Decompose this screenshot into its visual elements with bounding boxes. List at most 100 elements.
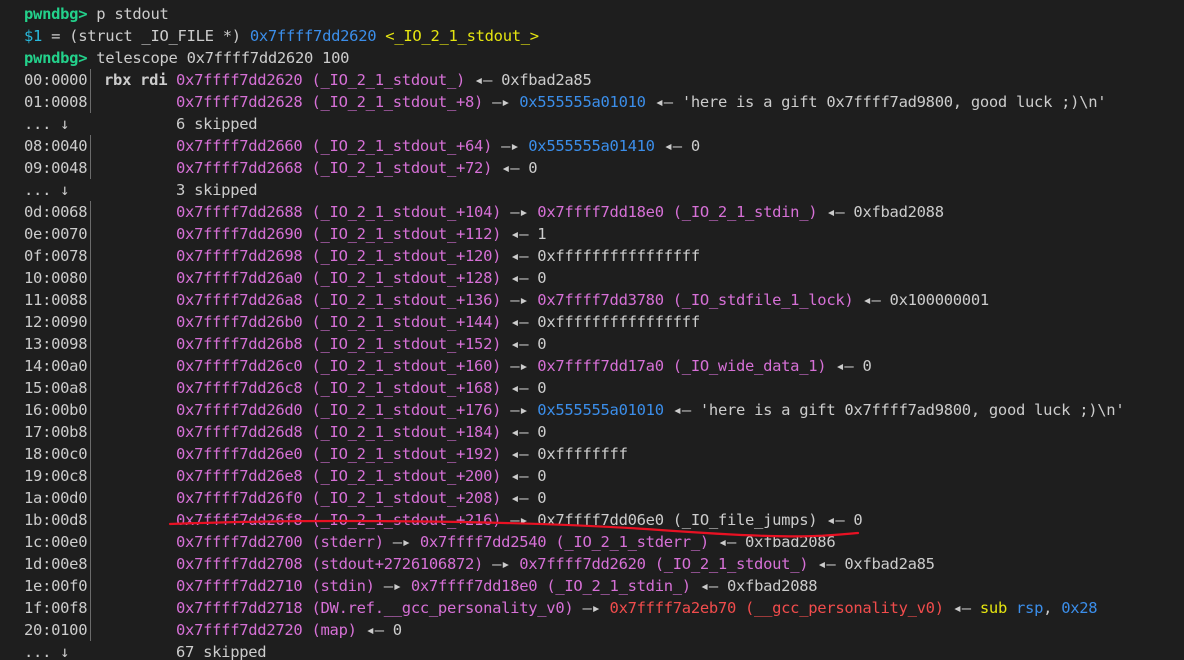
- row-index: ... ↓: [24, 181, 70, 199]
- row-content: 0x7ffff7dd26a8 (_IO_2_1_stdout_+136) —▸ …: [176, 289, 989, 311]
- row-segment: 0x555555a01010: [519, 93, 646, 111]
- column-separator: [90, 157, 91, 179]
- row-index: 16:00b0: [24, 401, 88, 419]
- row-content: 0x7ffff7dd26c8 (_IO_2_1_stdout_+168) ◂— …: [176, 377, 547, 399]
- column-separator: [90, 443, 91, 465]
- telescope-row: 10:0080 0x7ffff7dd26a0 (_IO_2_1_stdout_+1…: [0, 267, 1184, 289]
- row-segment: ◂— 0xfbad2a85: [465, 71, 592, 89]
- telescope-row: 20:0100 0x7ffff7dd2720 (map) ◂— 0: [0, 619, 1184, 641]
- telescope-row: 13:0098 0x7ffff7dd26b8 (_IO_2_1_stdout_+1…: [0, 333, 1184, 355]
- telescope-row: 11:0088 0x7ffff7dd26a8 (_IO_2_1_stdout_+1…: [0, 289, 1184, 311]
- telescope-row: 17:00b8 0x7ffff7dd26d8 (_IO_2_1_stdout_+1…: [0, 421, 1184, 443]
- row-content: 0x7ffff7dd26f8 (_IO_2_1_stdout_+216) —▸ …: [176, 509, 863, 531]
- row-content: 0x7ffff7dd2698 (_IO_2_1_stdout_+120) ◂— …: [176, 245, 700, 267]
- row-segment: —▸: [501, 291, 538, 309]
- row-segment: 0x7ffff7dd2698 (_IO_2_1_stdout_+120): [176, 247, 502, 265]
- row-segment: ◂— 0xffffffffffffffff: [501, 313, 700, 331]
- telescope-row: 1d:00e8 0x7ffff7dd2708 (stdout+2726106872…: [0, 553, 1184, 575]
- result-address: 0x7ffff7dd2620: [249, 27, 377, 45]
- row-content: 0x7ffff7dd2688 (_IO_2_1_stdout_+104) —▸ …: [176, 201, 944, 223]
- row-segment: ◂— 0xfbad2088: [690, 577, 818, 595]
- prompt: pwndbg>: [24, 5, 88, 23]
- row-segment: ◂— 0: [356, 621, 402, 639]
- row-index: 0e:0070: [24, 225, 88, 243]
- column-separator: [90, 135, 91, 157]
- skipped-row: ... ↓ 6 skipped: [0, 113, 1184, 135]
- prompt: pwndbg>: [24, 49, 88, 67]
- row-index: 12:0090: [24, 313, 88, 331]
- result-variable: $1: [24, 27, 43, 45]
- terminal[interactable]: pwndbg> p stdout $1 = (struct _IO_FILE *…: [0, 0, 1184, 660]
- row-segment: 0x7ffff7dd2620 (_IO_2_1_stdout_): [176, 71, 466, 89]
- row-content: 0x7ffff7dd26d0 (_IO_2_1_stdout_+176) —▸ …: [176, 399, 1125, 421]
- row-segment: rsp: [1016, 599, 1044, 617]
- command-text: p stdout: [87, 5, 169, 23]
- telescope-row: 09:0048 0x7ffff7dd2668 (_IO_2_1_stdout_+7…: [0, 157, 1184, 179]
- row-content: 0x7ffff7dd26e8 (_IO_2_1_stdout_+200) ◂— …: [176, 465, 547, 487]
- row-segment: 0x7ffff7dd26c0 (_IO_2_1_stdout_+160): [176, 357, 502, 375]
- row-segment: ◂— 0: [501, 379, 547, 397]
- row-segment: 0x7ffff7dd2620 (_IO_2_1_stdout_): [519, 555, 809, 573]
- row-segment: ◂— 0: [492, 159, 538, 177]
- output-line: $1 = (struct _IO_FILE *) 0x7ffff7dd2620 …: [0, 25, 1184, 47]
- telescope-row: 00:0000 rbx rdi 0x7ffff7dd2620 (_IO_2_1_st…: [0, 69, 1184, 91]
- row-segment: 0x7ffff7dd26e0 (_IO_2_1_stdout_+192): [176, 445, 502, 463]
- row-segment: 0x7ffff7dd2708 (stdout+2726106872): [176, 555, 484, 573]
- row-segment: 0x7ffff7dd2688 (_IO_2_1_stdout_+104): [176, 203, 502, 221]
- telescope-row: 15:00a8 0x7ffff7dd26c8 (_IO_2_1_stdout_+1…: [0, 377, 1184, 399]
- row-segment: 0x7ffff7dd2540 (_IO_2_1_stderr_): [419, 533, 709, 551]
- column-separator: [90, 91, 91, 113]
- row-index: 0f:0078: [24, 247, 88, 265]
- row-content: 0x7ffff7dd2708 (stdout+2726106872) —▸ 0x…: [176, 553, 935, 575]
- register-label: rbx rdi: [104, 71, 168, 89]
- telescope-output: 00:0000 rbx rdi 0x7ffff7dd2620 (_IO_2_1_st…: [0, 69, 1184, 660]
- row-segment: ◂— 0xfbad2086: [708, 533, 836, 551]
- column-separator: [90, 597, 91, 619]
- column-separator: [90, 619, 91, 641]
- row-index: 17:00b8: [24, 423, 88, 441]
- row-content: 0x7ffff7dd2710 (stdin) —▸ 0x7ffff7dd18e0…: [176, 575, 818, 597]
- row-segment: —▸: [483, 93, 520, 111]
- row-segment: ◂— 0: [654, 137, 700, 155]
- row-content: 0x7ffff7dd2720 (map) ◂— 0: [176, 619, 402, 641]
- column-separator: [90, 355, 91, 377]
- row-content: 0x7ffff7dd2620 (_IO_2_1_stdout_) ◂— 0xfb…: [176, 69, 592, 91]
- row-segment: ◂— 0: [501, 467, 547, 485]
- row-content: 0x7ffff7dd26b0 (_IO_2_1_stdout_+144) ◂— …: [176, 311, 700, 333]
- row-segment: 0x7ffff7dd26b0 (_IO_2_1_stdout_+144): [176, 313, 502, 331]
- row-segment: ◂— 0xfbad2088: [817, 203, 944, 221]
- row-content: 3 skipped: [176, 179, 258, 201]
- row-segment: 0x7ffff7dd26f0 (_IO_2_1_stdout_+208): [176, 489, 502, 507]
- row-segment: 0x7ffff7dd2700 (stderr): [176, 533, 384, 551]
- column-separator: [90, 421, 91, 443]
- row-index: 13:0098: [24, 335, 88, 353]
- row-index: 08:0040: [24, 137, 88, 155]
- row-segment: ◂— 'here is a gift 0x7ffff7ad9800, good …: [663, 401, 1125, 419]
- column-separator: [90, 575, 91, 597]
- column-separator: [90, 531, 91, 553]
- row-segment: —▸: [383, 533, 420, 551]
- row-segment: 0x7ffff7dd2718 (DW.ref.__gcc_personality…: [176, 599, 574, 617]
- row-index: 00:0000: [24, 71, 88, 89]
- telescope-row: 1e:00f0 0x7ffff7dd2710 (stdin) —▸ 0x7ffff…: [0, 575, 1184, 597]
- row-index: 20:0100: [24, 621, 88, 639]
- column-separator: [90, 311, 91, 333]
- row-segment: 0x7ffff7dd18e0 (_IO_2_1_stdin_): [410, 577, 691, 595]
- row-segment: —▸: [483, 555, 520, 573]
- column-separator: [90, 245, 91, 267]
- row-segment: 0x7ffff7dd26c8 (_IO_2_1_stdout_+168): [176, 379, 502, 397]
- row-segment: —▸: [501, 401, 538, 419]
- telescope-row: 16:00b0 0x7ffff7dd26d0 (_IO_2_1_stdout_+1…: [0, 399, 1184, 421]
- row-segment: 0x7ffff7dd2660 (_IO_2_1_stdout_+64): [176, 137, 493, 155]
- telescope-row: 12:0090 0x7ffff7dd26b0 (_IO_2_1_stdout_+1…: [0, 311, 1184, 333]
- row-content: 0x7ffff7dd2700 (stderr) —▸ 0x7ffff7dd254…: [176, 531, 836, 553]
- row-segment: ◂— 0: [826, 357, 872, 375]
- result-type: = (struct _IO_FILE *): [42, 27, 250, 45]
- column-separator: [90, 267, 91, 289]
- row-content: 0x7ffff7dd26a0 (_IO_2_1_stdout_+128) ◂— …: [176, 267, 547, 289]
- row-index: 1b:00d8: [24, 511, 88, 529]
- column-separator: [90, 201, 91, 223]
- row-index: 18:00c0: [24, 445, 88, 463]
- row-segment: ◂—: [943, 599, 980, 617]
- row-content: 6 skipped: [176, 113, 258, 135]
